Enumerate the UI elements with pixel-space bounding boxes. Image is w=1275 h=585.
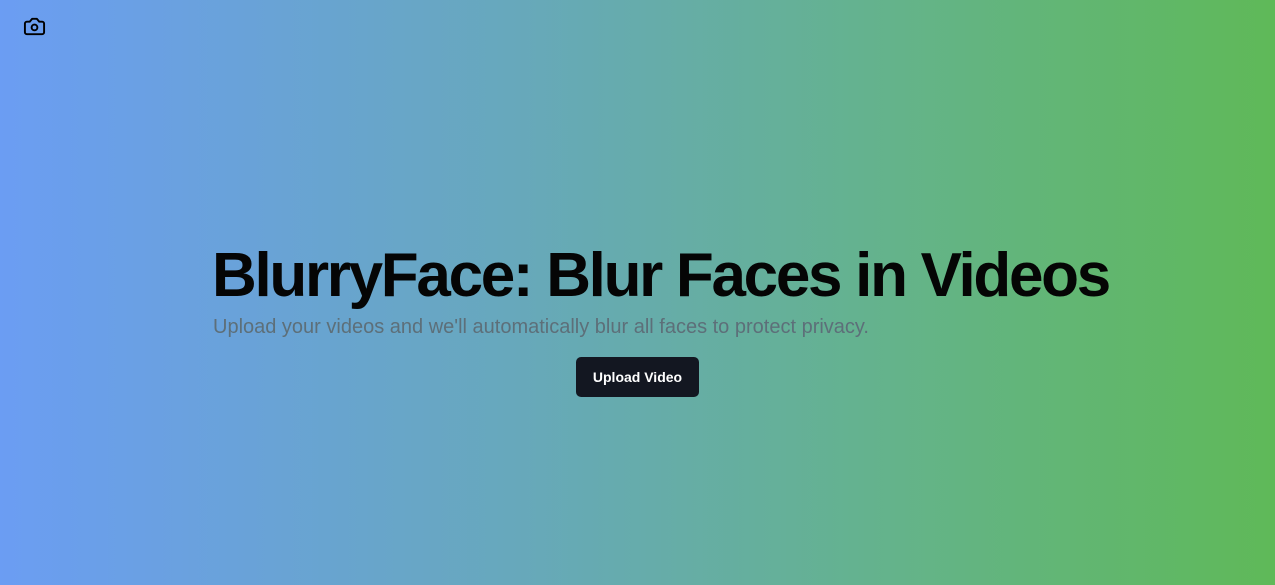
upload-video-button[interactable]: Upload Video (576, 357, 699, 397)
page-subtitle: Upload your videos and we'll automatical… (213, 316, 869, 338)
hero-section: BlurryFace: Blur Faces in Videos Upload … (0, 0, 1275, 585)
landing-page: BlurryFace: Blur Faces in Videos Upload … (0, 0, 1275, 585)
page-title: BlurryFace: Blur Faces in Videos (212, 241, 1111, 310)
